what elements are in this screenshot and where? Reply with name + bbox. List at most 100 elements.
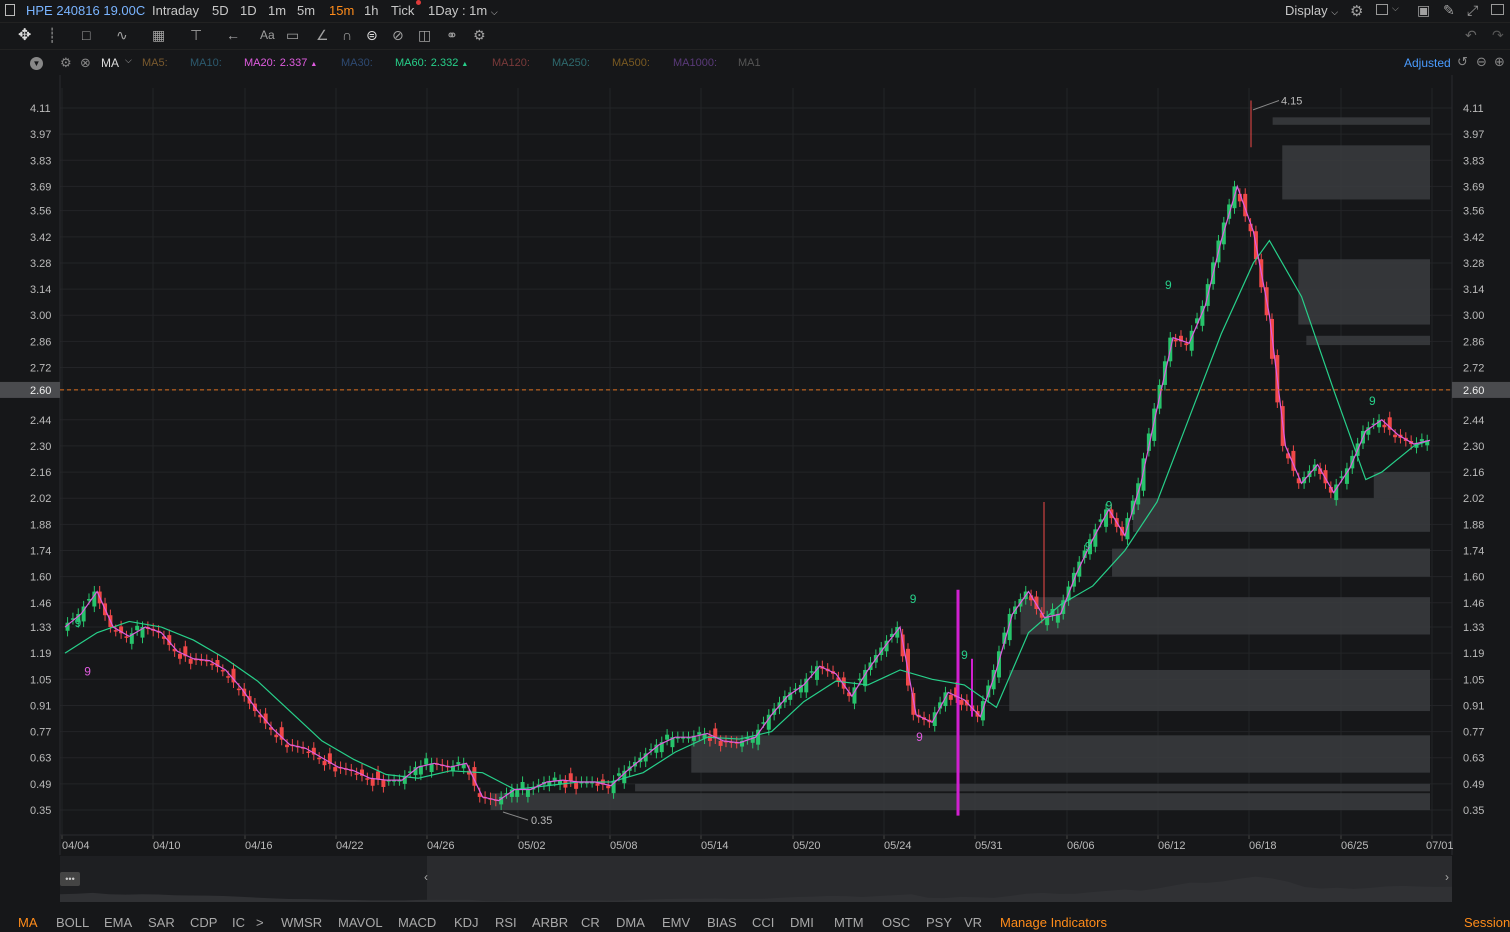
x-tick-label: 05/31 — [975, 840, 1003, 852]
indicator-tab-ma[interactable]: MA — [18, 915, 38, 930]
candle-body — [376, 771, 381, 780]
adjusted-button[interactable]: Adjusted — [1404, 56, 1452, 70]
delete-tool-icon[interactable]: ◫ — [418, 27, 431, 44]
indicator-more-icon[interactable]: > — [256, 915, 264, 930]
indicator-tab-ema[interactable]: EMA — [104, 915, 132, 930]
price-chart[interactable]: 9 9 9 9 9 9 9 9 9 4.15 0.35 4.11 3.97 3.83 3.69 3.56 3.… — [0, 75, 1510, 855]
comment-tool-icon[interactable]: ▭ — [286, 27, 299, 44]
panel-icon[interactable] — [1491, 4, 1504, 15]
indicator-tab-cdp[interactable]: CDP — [190, 915, 217, 930]
rectangle-tool-icon[interactable]: □ — [82, 27, 90, 43]
zoom-out-icon[interactable]: ⊖ — [1476, 54, 1487, 70]
session-button[interactable]: Session — [1464, 915, 1510, 930]
indicator-close-icon[interactable]: ⊗ — [80, 55, 91, 71]
ma-legend-item[interactable]: MA1 — [738, 57, 761, 69]
fib-tool-icon[interactable]: ▦ — [152, 27, 165, 44]
collapse-toggle-icon[interactable]: ▼ — [30, 57, 43, 70]
ma-legend-item[interactable]: MA30: — [341, 57, 373, 69]
ma-legend-item[interactable]: MA500: — [612, 57, 650, 69]
tab-5d[interactable]: 5D — [212, 3, 229, 18]
indicator-tab-kdj[interactable]: KDJ — [454, 915, 479, 930]
tab-1m[interactable]: 1m — [268, 3, 286, 18]
indicator-tab-emv[interactable]: EMV — [662, 915, 690, 930]
link-tool-icon[interactable]: ⚭ — [446, 27, 458, 44]
ma-legend-item[interactable]: MA10: — [190, 57, 222, 69]
supply-demand-zone — [1112, 548, 1430, 577]
expand-icon[interactable]: ⤢ — [1467, 2, 1478, 19]
indicator-name[interactable]: MA — [101, 56, 119, 70]
y-tick-label: 1.60 — [30, 572, 51, 584]
indicator-tab-wmsr[interactable]: WMSR — [281, 915, 322, 930]
indicator-tab-psy[interactable]: PSY — [926, 915, 952, 930]
tab-1h[interactable]: 1h — [364, 3, 378, 18]
x-tick-label: 04/26 — [427, 840, 455, 852]
td-sequential-label: 9 — [916, 730, 923, 744]
tab-15m[interactable]: 15m — [329, 3, 354, 18]
indicator-tab-vr[interactable]: VR — [964, 915, 982, 930]
tab-1d[interactable]: 1D — [240, 3, 257, 18]
indicator-tab-ic[interactable]: IC — [232, 915, 245, 930]
chevron-down-icon[interactable]: ⌵ — [125, 55, 132, 66]
indicator-tab-dma[interactable]: DMA — [616, 915, 645, 930]
indicator-tab-cci[interactable]: CCI — [752, 915, 774, 930]
tab-tick[interactable]: Tick — [391, 3, 414, 18]
layout-chevron-icon[interactable]: ⌵ — [1392, 3, 1399, 14]
edit-pencil-icon[interactable]: ✎ — [1443, 2, 1455, 19]
tab-5m[interactable]: 5m — [297, 3, 315, 18]
indicator-tab-bias[interactable]: BIAS — [707, 915, 737, 930]
indicator-tab-mtm[interactable]: MTM — [834, 915, 864, 930]
symbol-title[interactable]: HPE 240816 19.00C — [26, 3, 145, 18]
hide-tool-icon[interactable]: ⊘ — [392, 27, 404, 44]
trend-tool-icon[interactable]: ∿ — [116, 27, 128, 44]
ma-legend-item[interactable]: MA5: — [142, 57, 168, 69]
redo-icon[interactable]: ↷ — [1492, 27, 1504, 44]
indicator-tab-boll[interactable]: BOLL — [56, 915, 89, 930]
indicator-tab-mavol[interactable]: MAVOL — [338, 915, 383, 930]
ruler-tool-icon[interactable]: ∠ — [316, 27, 329, 44]
ma-legend-item[interactable]: MA20: 2.337 ▲ — [244, 57, 317, 69]
y-tick-label: 0.49 — [1463, 779, 1484, 791]
indicator-tab-dmi[interactable]: DMI — [790, 915, 814, 930]
indicator-settings-icon[interactable]: ⚙ — [60, 55, 72, 71]
lock-tool-icon[interactable]: ⊜ — [366, 27, 378, 44]
text-tool-icon[interactable]: Aa — [260, 28, 275, 42]
indicator-tab-arbr[interactable]: ARBR — [532, 915, 568, 930]
range-navigator[interactable]: ••• ‹ › — [0, 856, 1510, 904]
ma-legend-item[interactable]: MA60: 2.332 ▲ — [395, 57, 468, 69]
magnet-tool-icon[interactable]: ∩ — [342, 27, 352, 43]
navigator-handle-left[interactable]: ‹ — [424, 870, 428, 884]
ma-legend-item[interactable]: MA1000: — [673, 57, 717, 69]
manage-indicators-button[interactable]: Manage Indicators — [1000, 915, 1107, 930]
tab-intraday[interactable]: Intraday — [152, 3, 199, 18]
indicator-tab-cr[interactable]: CR — [581, 915, 600, 930]
navigator-handle-right[interactable]: › — [1445, 870, 1449, 884]
ma-legend-item[interactable]: MA250: — [552, 57, 590, 69]
zoom-in-icon[interactable]: ⊕ — [1494, 54, 1505, 70]
settings-gear-icon[interactable]: ⚙ — [1350, 2, 1363, 20]
display-menu[interactable]: Display ⌵ — [1285, 3, 1338, 18]
undo-icon[interactable]: ↶ — [1465, 27, 1477, 44]
candle-body — [1173, 339, 1178, 342]
toolbar-settings-icon[interactable]: ⚙ — [473, 27, 486, 44]
arrow-tool-icon[interactable]: ← — [226, 27, 240, 43]
indicator-tab-sar[interactable]: SAR — [148, 915, 175, 930]
ma-legend-item[interactable]: MA120: — [492, 57, 530, 69]
indicator-tab-macd[interactable]: MACD — [398, 915, 436, 930]
layout-icon[interactable] — [1376, 4, 1388, 15]
camera-icon[interactable]: ▣ — [1417, 2, 1430, 19]
x-tick-label: 05/20 — [793, 840, 821, 852]
indicator-tab-rsi[interactable]: RSI — [495, 915, 517, 930]
measure-tool-icon[interactable]: ⊤ — [190, 27, 202, 44]
candle-body — [697, 732, 702, 735]
supply-demand-zone — [490, 793, 1430, 810]
navigator-menu-icon[interactable]: ••• — [60, 872, 80, 886]
vertical-line-tool-icon[interactable]: ┊ — [48, 27, 56, 44]
sidebar-toggle-icon[interactable] — [5, 4, 15, 16]
reset-icon[interactable]: ↺ — [1457, 54, 1468, 70]
indicator-tab-osc[interactable]: OSC — [882, 915, 910, 930]
move-cursor-icon[interactable]: ✥ — [18, 25, 31, 45]
navigator-minimap[interactable] — [0, 856, 1510, 904]
interval-select[interactable]: 1Day : 1m ⌵ — [428, 3, 498, 18]
y-tick-label: 1.33 — [30, 622, 51, 634]
ma-legend-label: MA120: — [492, 57, 530, 69]
